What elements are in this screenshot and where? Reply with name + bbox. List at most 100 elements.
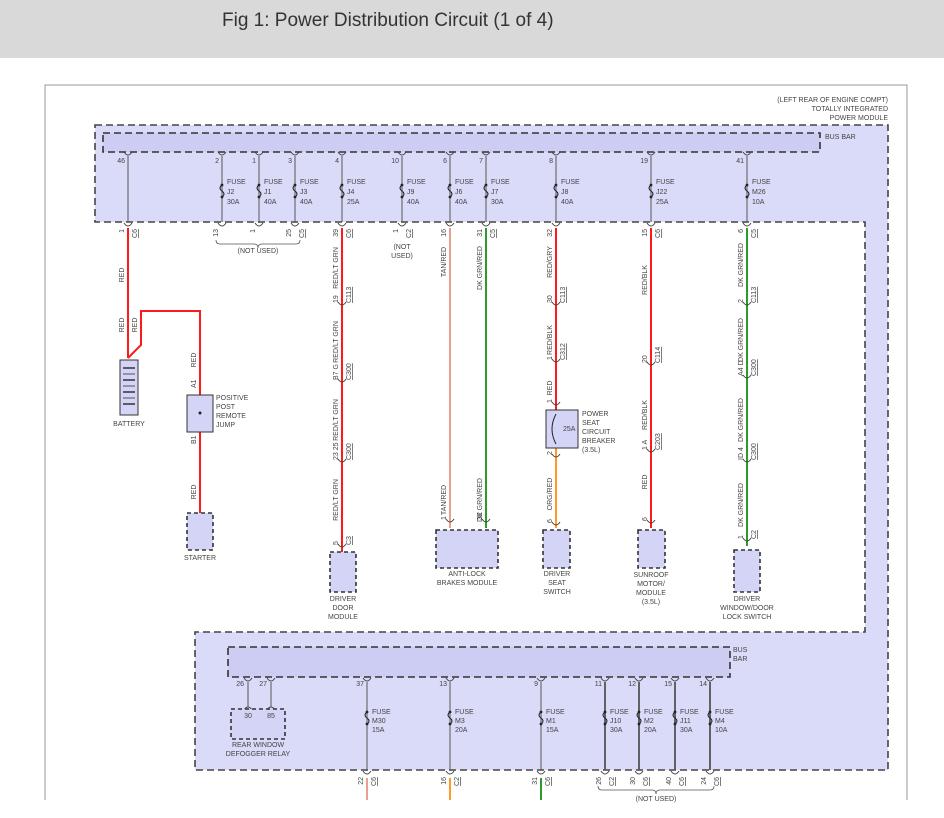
connector-pin: 30: [630, 777, 637, 785]
relay-bus-pin: 27: [259, 681, 267, 688]
wire-color-label: RED: [132, 318, 139, 333]
wire-color-label: DK GRN/RED: [477, 246, 484, 290]
fuse-id: M30: [372, 718, 386, 725]
connector-arc: [634, 770, 644, 775]
connector-pin: 40: [666, 777, 673, 785]
remote-jump-label: JUMP: [216, 422, 235, 429]
connector-arc: [670, 770, 680, 775]
driver-door-module: [329, 551, 357, 593]
driver-door-module-label: DOOR: [333, 605, 354, 612]
connector-pin: 39: [333, 229, 340, 237]
bus-bar-label: BUS: [733, 647, 748, 654]
wire-color-label: DK GRN/RED: [738, 243, 745, 287]
module-name-line1: TOTALLY INTEGRATED: [812, 106, 888, 113]
battery-label: BATTERY: [113, 421, 145, 428]
inline-connector-pin: 32: [477, 512, 484, 520]
sunroof-label: MOTOR/: [637, 581, 665, 588]
fuse-label: FUSE: [227, 179, 246, 186]
not-used-label: (NOT USED): [636, 796, 677, 803]
wire-color-label: TAN/RED: [441, 485, 448, 515]
wire-color-label: RED/BLK: [642, 265, 649, 295]
fuse-rating: 30A: [610, 727, 623, 734]
driver-seat-switch-label: SEAT: [548, 580, 566, 587]
fuse-bus-pin: 46: [117, 158, 125, 165]
connector-name: C6: [714, 777, 721, 786]
not-used-label: (NOT: [393, 244, 411, 251]
fuse-label: FUSE: [407, 179, 426, 186]
wire-color-label: RED/BLK: [547, 325, 554, 355]
fuse-rating: 25A: [347, 199, 360, 206]
bus-bar-top: [102, 132, 821, 153]
fuse-bus-pin: 2: [215, 158, 219, 165]
relay-label: REAR WINDOW: [232, 742, 285, 749]
inline-connector-pin: 1: [547, 399, 554, 403]
fuse-label: FUSE: [455, 709, 474, 716]
relay-pin: 30: [244, 713, 252, 720]
fuse-rating: 10A: [752, 199, 765, 206]
wire-color-label: RED: [191, 485, 198, 500]
inline-connector-name: C300: [346, 363, 353, 380]
inline-connector-name: C113: [346, 287, 353, 303]
connector-arc: [551, 222, 561, 227]
not-used-brace: [597, 785, 715, 795]
fuse-label: FUSE: [644, 709, 663, 716]
wire-color-label: RED/LT GRN: [333, 399, 340, 441]
inline-connector-pin: B1: [191, 435, 198, 444]
module-location-label: (LEFT REAR OF ENGINE COMPT): [777, 97, 888, 104]
inline-connector-name: C113: [560, 287, 567, 303]
inline-connector-pin: A4 D: [738, 360, 745, 376]
fuse-id: M2: [644, 718, 654, 725]
junction-dot-icon: [198, 411, 202, 415]
connector-pin: 1: [250, 229, 257, 233]
fuse-rating: 25A: [656, 199, 669, 206]
fuse-rating: 15A: [372, 727, 385, 734]
sunroof-label: SUNROOF: [634, 572, 669, 579]
circuit-breaker-rating: 25A: [563, 426, 576, 433]
circuit-breaker-label: SEAT: [582, 420, 600, 427]
connector-arc: [481, 222, 491, 227]
fuse-id: J6: [455, 189, 463, 196]
wire-color-label: RED/LT GRN: [333, 247, 340, 289]
inline-connector-pin: 5: [333, 541, 340, 545]
inline-connector-pin: 19: [333, 295, 340, 303]
fuse-id: M26: [752, 189, 766, 196]
inline-connector-pin: ID 4: [738, 447, 745, 460]
circuit-breaker-label: (3.5L): [582, 447, 600, 454]
connector-name: C6: [132, 229, 139, 238]
connector-name: C6: [655, 229, 662, 238]
fuse-id: J9: [407, 189, 415, 196]
connector-arc: [254, 222, 264, 227]
not-used-label: (NOT USED): [238, 248, 279, 255]
fuse-label: FUSE: [455, 179, 474, 186]
fuse-rating: 20A: [644, 727, 657, 734]
sunroof-label: MODULE: [636, 590, 666, 597]
fuse-bus-pin: 15: [664, 681, 672, 688]
remote-jump-label: POSITIVE: [216, 395, 249, 402]
abs-module-label: ANTI-LOCK: [448, 571, 486, 578]
fuse-bus-pin: 11: [595, 681, 602, 688]
wire-color-label: RED: [642, 475, 649, 490]
connector-arc: [362, 770, 372, 775]
bus-bar-label: BUS BAR: [825, 134, 856, 141]
connector-name: C6: [545, 777, 552, 786]
fuse-label: FUSE: [546, 709, 565, 716]
connector-pin: 15: [642, 229, 649, 237]
relay-bus-pin: 26: [236, 681, 244, 688]
connector-name: C5: [751, 229, 758, 238]
inline-connector-pin: 1 A: [642, 440, 649, 450]
wire-color-label: RED: [119, 268, 126, 283]
remote-jump-label: POST: [216, 404, 236, 411]
fuse-label: FUSE: [680, 709, 699, 716]
connector-pin: 24: [701, 777, 708, 785]
fuse-label: FUSE: [610, 709, 629, 716]
not-used-brace: [215, 239, 301, 249]
fuse-label: FUSE: [656, 179, 675, 186]
inline-connector-pin: A1: [191, 379, 198, 388]
connector-name: C6: [643, 777, 650, 786]
sunroof-label: (3.5L): [642, 599, 660, 606]
fuse-rating: 40A: [264, 199, 277, 206]
fuse-label: FUSE: [300, 179, 319, 186]
starter-label: STARTER: [184, 555, 216, 562]
connector-name: C6: [371, 777, 378, 786]
circuit-breaker-label: BREAKER: [582, 438, 615, 445]
